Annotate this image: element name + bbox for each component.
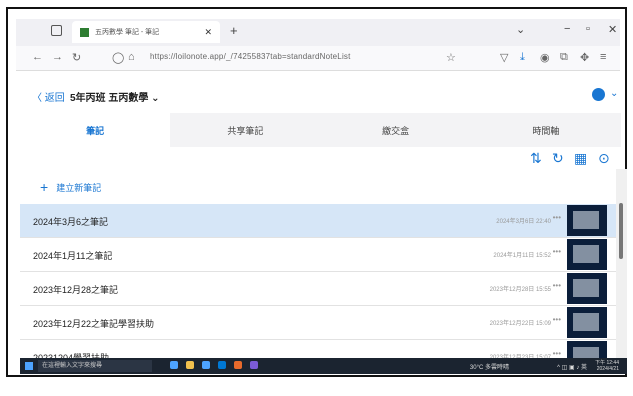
- edge-icon[interactable]: [170, 361, 178, 369]
- minimize-icon[interactable]: −: [564, 23, 570, 35]
- shield-icon[interactable]: ◯: [112, 51, 124, 64]
- note-name: 2023年12月22之筆記學習扶助: [33, 319, 155, 329]
- menu-icon[interactable]: ≡: [600, 51, 606, 63]
- app-header: 〈 返回 5年丙班 五丙數學 ⌄ ⌄: [16, 86, 620, 108]
- tab-submission-box[interactable]: 繳交盒: [321, 113, 471, 147]
- more-icon[interactable]: •••: [553, 281, 561, 290]
- list-item[interactable]: 2024年3月6之筆記 2024年3月6日 22:40 •••: [20, 204, 617, 238]
- tab-overview-icon[interactable]: [51, 25, 62, 36]
- teams-icon[interactable]: [250, 361, 258, 369]
- scrollbar[interactable]: [616, 169, 627, 359]
- more-options-icon[interactable]: ⊙: [598, 150, 610, 167]
- back-label: 返回: [44, 93, 65, 104]
- list-item[interactable]: 2024年1月11之筆記 2024年1月11日 15:52 •••: [20, 238, 617, 272]
- chevron-down-icon[interactable]: ⌄: [610, 88, 618, 99]
- list-item[interactable]: 2023年12月22之筆記學習扶助 2023年12月22日 15:09 •••: [20, 306, 617, 340]
- reload-icon[interactable]: ↻: [72, 51, 81, 64]
- tab-notes[interactable]: 筆記: [20, 113, 171, 147]
- close-window-icon[interactable]: ✕: [608, 23, 617, 36]
- list-item[interactable]: 2023年12月28之筆記 2023年12月28日 15:55 •••: [20, 272, 617, 306]
- note-name: 2023年12月28之筆記: [33, 285, 119, 295]
- clock[interactable]: 下午 12:44 2024/4/21: [595, 360, 619, 372]
- puzzle-icon[interactable]: ✥: [580, 51, 589, 64]
- new-tab-icon[interactable]: +: [230, 23, 238, 38]
- lock-icon[interactable]: ⌂: [128, 51, 135, 63]
- note-name: 2024年3月6之筆記: [33, 217, 109, 227]
- class-selector[interactable]: 5年丙班 五丙數學 ⌄: [70, 89, 160, 104]
- tab-timeline[interactable]: 時間軸: [471, 113, 621, 147]
- browser-tabbar: 五丙數學 筆記 - 筆記 ✕ + ⌄ − ▫ ✕: [16, 19, 620, 46]
- note-thumbnail[interactable]: [567, 307, 607, 338]
- more-icon[interactable]: •••: [553, 349, 561, 358]
- note-date: 2023年12月22日 15:09: [489, 321, 551, 327]
- more-icon[interactable]: •••: [553, 213, 561, 222]
- scrollbar-thumb[interactable]: [619, 203, 623, 259]
- clock-date: 2024/4/21: [596, 366, 619, 372]
- store-icon[interactable]: [202, 361, 210, 369]
- download-icon[interactable]: ⤓: [520, 51, 525, 64]
- close-tab-icon[interactable]: ✕: [204, 27, 212, 38]
- user-avatar-icon[interactable]: [592, 88, 605, 101]
- class-name: 5年丙班 五丙數學: [70, 93, 149, 104]
- grid-view-icon[interactable]: ▦: [574, 150, 587, 167]
- back-arrow-icon[interactable]: ←: [32, 51, 43, 63]
- note-thumbnail[interactable]: [567, 205, 607, 236]
- windows-start-icon[interactable]: [25, 362, 33, 370]
- mail-icon[interactable]: [218, 361, 226, 369]
- extensions-icon[interactable]: ⧉: [560, 51, 568, 64]
- more-icon[interactable]: •••: [553, 315, 561, 324]
- maximize-icon[interactable]: ▫: [586, 23, 590, 35]
- tab-title: 五丙數學 筆記 - 筆記: [95, 29, 160, 36]
- system-tray-icons[interactable]: ^ ◫ ▣ ♪ 英: [557, 362, 587, 371]
- pocket-icon[interactable]: ▽: [500, 51, 508, 64]
- app-tabs: 筆記 共享筆記 繳交盒 時間軸: [20, 113, 621, 147]
- taskbar-search[interactable]: 在這裡輸入文字來搜尋: [38, 360, 152, 372]
- notes-list: 2024年3月6之筆記 2024年3月6日 22:40 ••• 2024年1月1…: [20, 204, 617, 361]
- note-name: 2024年1月11之筆記: [33, 251, 113, 261]
- url-field[interactable]: https://loilonote.app/_/74255837tab=stan…: [150, 52, 351, 61]
- back-link[interactable]: 〈 返回: [32, 89, 65, 104]
- weather[interactable]: 30°C 多雲時晴: [470, 362, 509, 371]
- refresh-icon[interactable]: ↻: [552, 150, 564, 167]
- more-icon[interactable]: •••: [553, 247, 561, 256]
- forward-arrow-icon[interactable]: →: [52, 51, 63, 63]
- folder-icon[interactable]: [186, 361, 194, 369]
- taskbar: 在這裡輸入文字來搜尋 30°C 多雲時晴 ^ ◫ ▣ ♪ 英 下午 12:44 …: [20, 358, 627, 374]
- bookmark-star-icon[interactable]: ☆: [446, 51, 456, 64]
- note-date: 2023年12月28日 15:55: [489, 287, 551, 293]
- new-note-button[interactable]: + 建立新筆記: [40, 179, 101, 195]
- note-date: 2024年3月6日 22:40: [496, 219, 551, 225]
- browser-tab[interactable]: 五丙數學 筆記 - 筆記 ✕: [72, 21, 220, 43]
- browser-navbar: ← → ↻ ◯ ⌂ https://loilonote.app/_/742558…: [16, 46, 620, 71]
- tab-shared-notes[interactable]: 共享筆記: [170, 113, 320, 147]
- new-note-label: 建立新筆記: [56, 182, 102, 193]
- favicon-icon: [80, 27, 89, 37]
- note-date: 2024年1月11日 15:52: [493, 253, 551, 259]
- account-icon[interactable]: ◉: [540, 51, 550, 64]
- sort-icon[interactable]: ⇅: [530, 150, 542, 167]
- tab-list-icon[interactable]: ⌄: [516, 23, 525, 36]
- firefox-icon[interactable]: [234, 361, 242, 369]
- note-thumbnail[interactable]: [567, 239, 607, 270]
- note-thumbnail[interactable]: [567, 273, 607, 304]
- plus-icon: +: [40, 179, 49, 195]
